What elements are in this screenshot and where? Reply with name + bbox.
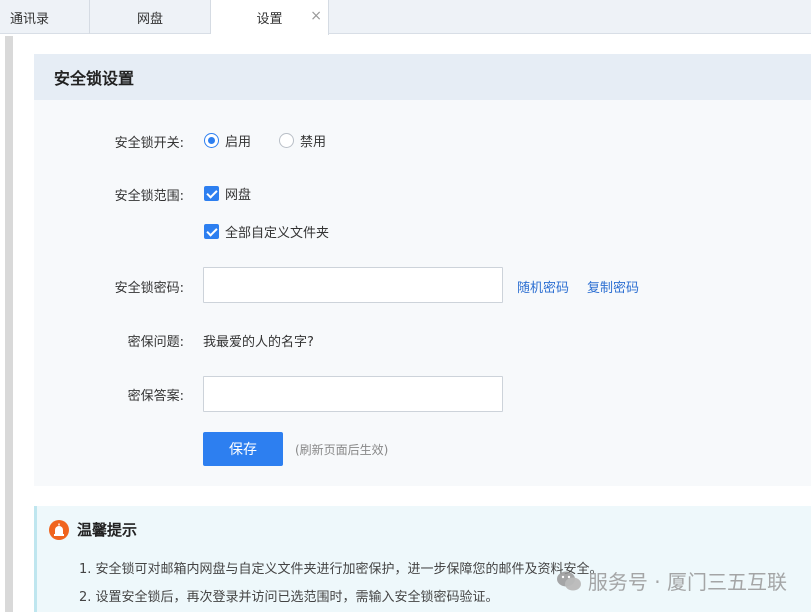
close-icon[interactable]: × bbox=[310, 8, 322, 24]
scrollbar-thumb[interactable] bbox=[5, 36, 13, 612]
panel-title: 安全锁设置 bbox=[34, 54, 811, 100]
radio-checked-icon bbox=[204, 133, 219, 148]
random-password-link[interactable]: 随机密码 bbox=[517, 277, 569, 296]
security-question-value: 我最爱的人的名字? bbox=[203, 335, 314, 350]
checkbox-checked-icon bbox=[204, 224, 219, 239]
tab-netdisk-label: 网盘 bbox=[136, 11, 163, 27]
radio-unchecked-icon bbox=[279, 133, 294, 148]
checkbox-netdisk-label: 网盘 bbox=[225, 188, 252, 203]
lock-switch-label: 安全锁开关: bbox=[114, 136, 184, 151]
tips-title-text: 温馨提示 bbox=[77, 521, 138, 539]
tab-contacts-label: 通讯录 bbox=[10, 11, 50, 27]
checkbox-custom-folders-label: 全部自定义文件夹 bbox=[225, 226, 330, 241]
tab-contacts[interactable]: 通讯录 bbox=[0, 0, 90, 34]
radio-enable-label: 启用 bbox=[225, 135, 252, 150]
wechat-icon bbox=[556, 571, 581, 590]
security-question-label: 密保问题: bbox=[127, 335, 184, 350]
save-button[interactable]: 保存 bbox=[203, 432, 283, 466]
copy-password-link[interactable]: 复制密码 bbox=[587, 277, 639, 296]
tab-settings-label: 设置 bbox=[256, 12, 283, 27]
security-answer-input[interactable] bbox=[203, 376, 503, 412]
tip-line: 2. 设置安全锁后，再次登录并访问已选范围时，需输入安全锁密码验证。 bbox=[79, 590, 499, 605]
security-answer-label: 密保答案: bbox=[127, 389, 184, 404]
left-scroll-strip bbox=[0, 34, 16, 612]
watermark-text: 服务号 · 厦门三五互联 bbox=[587, 570, 787, 594]
checkbox-custom-folders[interactable]: 全部自定义文件夹 bbox=[204, 222, 329, 241]
lock-password-label: 安全锁密码: bbox=[114, 281, 184, 296]
checkbox-checked-icon bbox=[204, 186, 219, 201]
radio-disable[interactable]: 禁用 bbox=[279, 131, 326, 150]
tab-bar: 通讯录 网盘 设置 × bbox=[0, 0, 811, 35]
security-lock-panel: 安全锁设置 安全锁开关: 启用 禁用 安全锁范围: 网盘 全部自定义文件夹 安全… bbox=[34, 54, 811, 486]
tab-settings[interactable]: 设置 × bbox=[211, 0, 329, 35]
checkbox-netdisk[interactable]: 网盘 bbox=[204, 184, 251, 203]
alarm-icon bbox=[49, 519, 69, 540]
tips-title: 温馨提示 bbox=[49, 519, 137, 540]
lock-scope-label: 安全锁范围: bbox=[114, 189, 184, 204]
radio-enable[interactable]: 启用 bbox=[204, 131, 251, 150]
watermark: 服务号 · 厦门三五互联 bbox=[556, 566, 787, 595]
tip-line: 1. 安全锁可对邮箱内网盘与自定义文件夹进行加密保护，进一步保障您的邮件及资料安… bbox=[79, 562, 603, 577]
radio-disable-label: 禁用 bbox=[300, 135, 327, 150]
lock-password-input[interactable] bbox=[203, 267, 503, 303]
save-hint: (刷新页面后生效) bbox=[295, 443, 389, 457]
tips-box: 温馨提示 1. 安全锁可对邮箱内网盘与自定义文件夹进行加密保护，进一步保障您的邮… bbox=[34, 506, 811, 612]
tab-netdisk[interactable]: 网盘 bbox=[90, 0, 211, 34]
